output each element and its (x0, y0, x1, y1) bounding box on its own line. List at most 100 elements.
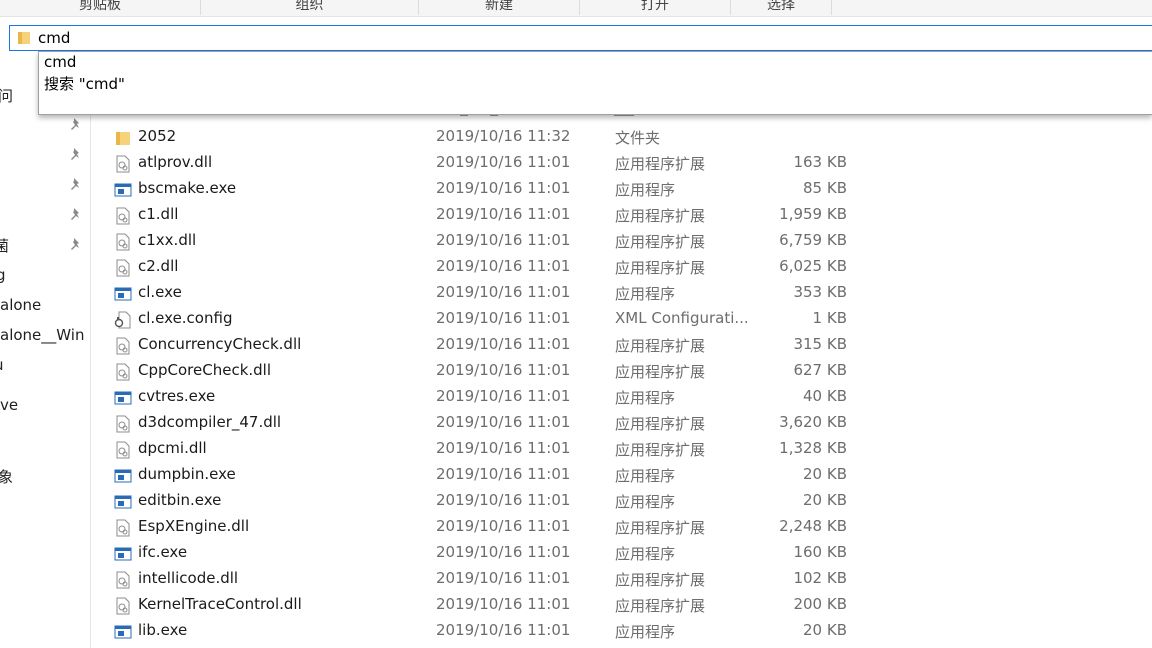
file-row[interactable]: c1xx.dll 2019/10/16 11:01 应用程序扩展 6,759 KB (114, 228, 874, 254)
file-name: dumpbin.exe (138, 465, 236, 483)
file-type: 应用程序扩展 (615, 259, 706, 277)
file-name: c2.dll (138, 257, 179, 275)
file-name: cl.exe.config (138, 309, 233, 327)
file-date: 2019/10/16 11:01 (436, 569, 571, 587)
file-date: 2019/10/16 11:01 (436, 257, 571, 275)
exe-file-icon (114, 545, 132, 563)
config-file-icon (114, 311, 132, 329)
autocomplete-dropdown: cmd 搜索 "cmd" (38, 51, 1152, 115)
file-type: 应用程序扩展 (615, 415, 706, 433)
nav-item[interactable]: 象 (0, 466, 13, 487)
ribbon-group-open[interactable]: 打开 (580, 0, 731, 15)
file-type: 应用程序扩展 (615, 233, 706, 251)
file-row[interactable]: KernelTraceControl.dll 2019/10/16 11:01 应用… (114, 592, 874, 618)
exe-file-icon (114, 181, 132, 199)
file-name: KernelTraceControl.dll (138, 595, 302, 613)
file-row[interactable]: dumpbin.exe 2019/10/16 11:01 应用程序 20 KB (114, 462, 874, 488)
file-size: 1,328 KB (779, 439, 847, 457)
file-row[interactable]: intellicode.dll 2019/10/16 11:01 应用程序扩展 102… (114, 566, 874, 592)
address-input[interactable] (38, 28, 938, 48)
autocomplete-option-cmd[interactable]: cmd (44, 51, 76, 73)
pin-icon[interactable] (70, 147, 82, 161)
file-size: 1 KB (812, 309, 847, 327)
file-type: 应用程序 (615, 285, 676, 303)
ribbon-group-clipboard[interactable]: 剪贴板 (0, 0, 201, 15)
file-row[interactable]: c1.dll 2019/10/16 11:01 应用程序扩展 1,959 KB (114, 202, 874, 228)
dll-file-icon (114, 337, 132, 355)
file-size: 20 KB (803, 491, 847, 509)
file-row[interactable]: d3dcompiler_47.dll 2019/10/16 11:01 应用程序扩展… (114, 410, 874, 436)
file-type: 应用程序扩展 (615, 571, 706, 589)
exe-file-icon (114, 623, 132, 641)
nav-item[interactable]: 菌 (0, 235, 9, 256)
file-row[interactable]: bscmake.exe 2019/10/16 11:01 应用程序 85 KB (114, 176, 874, 202)
folder-icon (114, 129, 132, 147)
file-size: 6,759 KB (779, 231, 847, 249)
file-size: 627 KB (793, 361, 847, 379)
file-type: 应用程序 (615, 623, 676, 641)
file-size: 3,620 KB (779, 413, 847, 431)
nav-item[interactable]: 问 (0, 85, 13, 106)
file-name: ConcurrencyCheck.dll (138, 335, 302, 353)
file-date: 2019/10/16 11:01 (436, 309, 571, 327)
nav-item[interactable]: u (0, 356, 4, 374)
file-date: 2019/10/16 11:01 (436, 491, 571, 509)
file-size: 160 KB (793, 543, 847, 561)
file-date: 2019/10/16 11:01 (436, 283, 571, 301)
nav-item[interactable]: alone (0, 296, 41, 314)
file-type: 应用程序扩展 (615, 441, 706, 459)
file-name: cl.exe (138, 283, 182, 301)
nav-item[interactable]: ve (0, 396, 18, 414)
ribbon-group-new[interactable]: 新建 (419, 0, 580, 15)
file-row[interactable]: cvtres.exe 2019/10/16 11:01 应用程序 40 KB (114, 384, 874, 410)
file-size: 85 KB (803, 179, 847, 197)
file-size: 353 KB (793, 283, 847, 301)
file-date: 2019/10/16 11:01 (436, 465, 571, 483)
folder-icon (18, 32, 30, 44)
nav-item[interactable]: g (0, 266, 6, 284)
nav-item[interactable]: alone__Win (0, 326, 84, 344)
dll-file-icon (114, 441, 132, 459)
file-size: 40 KB (803, 387, 847, 405)
file-name: intellicode.dll (138, 569, 239, 587)
pin-icon[interactable] (70, 237, 82, 251)
file-row[interactable]: atlprov.dll 2019/10/16 11:01 应用程序扩展 163 KB (114, 150, 874, 176)
ribbon-group-select[interactable]: 选择 (731, 0, 832, 15)
file-size: 20 KB (803, 465, 847, 483)
file-date: 2019/10/16 11:01 (436, 621, 571, 639)
file-row[interactable]: lib.exe 2019/10/16 11:01 应用程序 20 KB (114, 618, 874, 644)
pin-icon[interactable] (70, 177, 82, 191)
file-date: 2019/10/16 11:01 (436, 517, 571, 535)
pin-icon[interactable] (70, 117, 82, 131)
file-row[interactable]: ifc.exe 2019/10/16 11:01 应用程序 160 KB (114, 540, 874, 566)
navigation-pane: 问 菌 g alone alone__Win u ve 象 (0, 52, 91, 648)
file-row[interactable]: EspXEngine.dll 2019/10/16 11:01 应用程序扩展 2,24… (114, 514, 874, 540)
pin-icon[interactable] (70, 207, 82, 221)
file-row[interactable]: CppCoreCheck.dll 2019/10/16 11:01 应用程序扩展 62… (114, 358, 874, 384)
file-size: 163 KB (793, 153, 847, 171)
file-name: bscmake.exe (138, 179, 237, 197)
file-type: 文件夹 (615, 129, 661, 147)
dll-file-icon (114, 363, 132, 381)
file-row[interactable]: ConcurrencyCheck.dll 2019/10/16 11:01 应用程序… (114, 332, 874, 358)
ribbon-group-organize[interactable]: 组织 (201, 0, 419, 15)
file-row[interactable]: c2.dll 2019/10/16 11:01 应用程序扩展 6,025 KB (114, 254, 874, 280)
address-bar[interactable] (9, 25, 1152, 51)
file-row[interactable]: cl.exe.config 2019/10/16 11:01 XML Configu… (114, 306, 874, 332)
autocomplete-option-search[interactable]: 搜索 "cmd" (44, 73, 125, 95)
exe-file-icon (114, 389, 132, 407)
file-name: atlprov.dll (138, 153, 213, 171)
file-type: 应用程序 (615, 181, 676, 199)
file-row[interactable]: cl.exe 2019/10/16 11:01 应用程序 353 KB (114, 280, 874, 306)
file-row[interactable]: 2052 2019/10/16 11:32 文件夹 (114, 124, 874, 150)
file-row[interactable]: editbin.exe 2019/10/16 11:01 应用程序 20 KB (114, 488, 874, 514)
file-type: 应用程序扩展 (615, 519, 706, 537)
dll-file-icon (114, 259, 132, 277)
file-type: 应用程序扩展 (615, 155, 706, 173)
file-name: 2052 (138, 127, 177, 145)
file-row[interactable]: dpcmi.dll 2019/10/16 11:01 应用程序扩展 1,328 KB (114, 436, 874, 462)
file-size: 200 KB (793, 595, 847, 613)
file-date: 2019/10/16 11:01 (436, 387, 571, 405)
file-date: 2019/10/16 11:01 (436, 231, 571, 249)
file-type: 应用程序扩展 (615, 337, 706, 355)
